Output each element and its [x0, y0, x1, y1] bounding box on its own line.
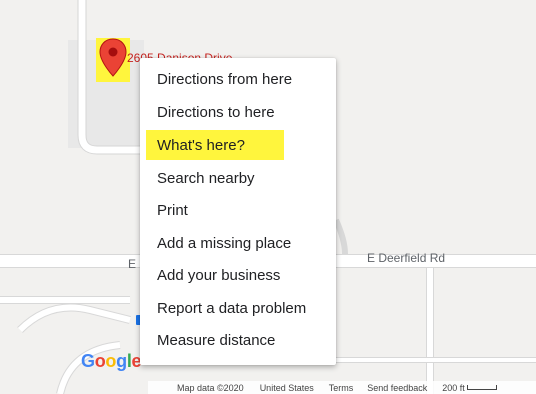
- menu-item-add-your-business[interactable]: Add your business: [140, 260, 336, 292]
- menu-item-search-nearby[interactable]: Search nearby: [140, 163, 336, 195]
- map-footer: Map data ©2020 United States Terms Send …: [148, 381, 536, 394]
- scale-label[interactable]: 200 ft: [442, 383, 465, 393]
- road-label-left: E: [128, 257, 137, 271]
- menu-item-directions-from-here[interactable]: Directions from here: [140, 64, 336, 96]
- menu-item-label: Directions from here: [157, 71, 293, 88]
- scale-bar: [466, 385, 497, 390]
- menu-item-measure-distance[interactable]: Measure distance: [140, 325, 336, 357]
- map-data-attribution: Map data ©2020: [177, 382, 244, 393]
- menu-item-label: Report a data problem: [157, 300, 307, 317]
- country-link[interactable]: United States: [260, 383, 314, 393]
- menu-item-directions-to-here[interactable]: Directions to here: [140, 97, 336, 129]
- menu-item-print[interactable]: Print: [140, 195, 336, 227]
- menu-item-label: Search nearby: [157, 170, 255, 187]
- terms-link[interactable]: Terms: [329, 383, 354, 393]
- send-feedback-link[interactable]: Send feedback: [367, 383, 427, 393]
- menu-item-label: Print: [157, 202, 188, 219]
- menu-item-label: Add a missing place: [157, 235, 292, 252]
- google-logo: Google: [81, 351, 142, 371]
- menu-item-label: Add your business: [157, 267, 281, 284]
- road-label-deerfield: E Deerfield Rd: [367, 251, 446, 265]
- menu-item-whats-here[interactable]: What's here?: [140, 130, 336, 162]
- menu-item-label: Directions to here: [157, 104, 275, 121]
- menu-item-report-data-problem[interactable]: Report a data problem: [140, 293, 336, 325]
- menu-item-add-missing-place[interactable]: Add a missing place: [140, 228, 336, 260]
- menu-item-label: Measure distance: [157, 332, 276, 349]
- menu-item-label: What's here?: [157, 137, 245, 154]
- location-pin-icon[interactable]: [98, 38, 128, 83]
- context-menu: Directions from here Directions to here …: [140, 58, 336, 365]
